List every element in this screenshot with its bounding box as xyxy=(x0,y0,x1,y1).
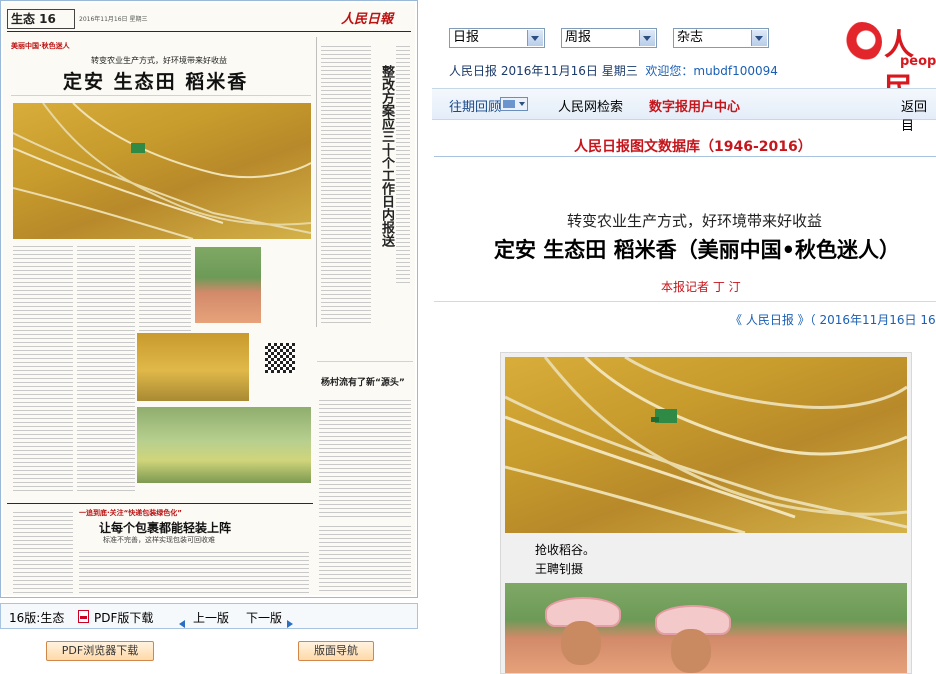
nav-digital-user-center[interactable]: 数字报用户中心 xyxy=(649,96,740,115)
rice-photo-thumb xyxy=(137,333,249,401)
prev-page-link[interactable]: 上一版 xyxy=(193,609,229,626)
people-logo-icon xyxy=(842,22,882,62)
bottom-headline: 让每个包裹都能轻装上阵 xyxy=(99,521,232,535)
article-kicker: 转变农业生产方式，好环境带来好收益 xyxy=(91,56,227,65)
page-label: 生态 16 xyxy=(11,12,56,26)
body-text-col1 xyxy=(13,243,73,493)
newspaper-page[interactable]: 生态 16 2016年11月16日 星期三 人民日報 美丽中国·秋色迷人 转变农… xyxy=(3,3,415,595)
article-source-link[interactable]: 《 人民日报 》（ 2016年11月16日 16 xyxy=(730,311,936,328)
magazine-select[interactable]: 杂志 xyxy=(673,28,769,48)
bottom-text-a xyxy=(13,509,73,593)
prev-arrow-icon xyxy=(179,613,185,632)
database-title-rule xyxy=(434,156,936,157)
weekly-select[interactable]: 周报 xyxy=(561,28,657,48)
bottom-subhead: 标准不完善，这样实现包装可回收难 xyxy=(103,536,215,544)
daily-select-value: 日报 xyxy=(453,30,480,45)
farmers-photo xyxy=(505,583,907,673)
farmer-face-right xyxy=(671,629,711,673)
chevron-down-icon xyxy=(639,30,655,46)
right-column-title: 整改方案应三十个工作日内报送 xyxy=(379,65,394,247)
chevron-down-icon xyxy=(527,30,543,46)
farmer-face-left xyxy=(561,621,601,665)
section-divider xyxy=(317,361,413,362)
nav-search[interactable]: 人民网检索 xyxy=(558,96,623,115)
page-navigation-button[interactable]: 版面导航 xyxy=(298,641,374,661)
newspaper-page-frame: 生态 16 2016年11月16日 星期三 人民日報 美丽中国·秋色迷人 转变农… xyxy=(0,0,418,598)
chevron-down-icon xyxy=(751,30,767,46)
site-header: 日报 周报 杂志 人民日报 2016年11月16日 星期三 欢迎您：mubdf1… xyxy=(432,0,936,107)
harvest-photo-thumb xyxy=(13,103,311,239)
magazine-select-value: 杂志 xyxy=(677,30,704,45)
pdf-browser-download-button[interactable]: PDF浏览器下载 xyxy=(46,641,154,661)
header-date: 人民日报 2016年11月16日 星期三 欢迎您：mubdf100094 xyxy=(449,62,778,79)
welcome-label: 欢迎您： xyxy=(645,64,694,78)
pdf-download-link[interactable]: PDF版下载 xyxy=(94,609,153,626)
header-date-text: 人民日报 2016年11月16日 星期三 xyxy=(449,64,638,78)
article-subtitle: 转变农业生产方式，好环境带来好收益 xyxy=(567,212,823,230)
photo-caption-line1: 抢收稻谷。 xyxy=(535,543,596,557)
next-arrow-icon xyxy=(287,613,293,632)
bottom-text-b xyxy=(79,549,309,593)
body-text-col2 xyxy=(77,243,135,493)
article-headline: 定安 生态田 稻米香 xyxy=(63,71,249,93)
section-headline-2: 杨村流有了新“源头” xyxy=(321,378,405,388)
right-column-text xyxy=(321,43,371,323)
qr-code xyxy=(265,343,295,373)
page-pager-bar: 16版:生态 PDF版下载 上一版 下一版 xyxy=(0,603,418,629)
masthead-logo: 人民日報 xyxy=(341,12,394,27)
bottom-section-rule xyxy=(7,503,313,504)
bottom-text-c xyxy=(319,523,411,593)
article-photo-frame: 抢收稻谷。 王聘钊摄 xyxy=(500,352,912,674)
article-title: 定安 生态田 稻米香（美丽中国•秋色迷人） xyxy=(494,238,901,262)
page-date: 2016年11月16日 星期三 xyxy=(79,16,148,23)
photo-caption-line2: 王聘钊摄 xyxy=(535,562,584,576)
column-tag: 美丽中国·秋色迷人 xyxy=(11,42,70,50)
bottom-section-tag: 一追到底·关注“快递包装绿色化” xyxy=(79,509,182,517)
username: mubdf100094 xyxy=(693,64,778,78)
body-text-col3 xyxy=(139,243,191,343)
database-title: 人民日报图文数据库（1946-2016） xyxy=(574,139,812,155)
next-page-link[interactable]: 下一版 xyxy=(246,609,282,626)
main-nav: 往期回顾 人民网检索 数字报用户中心 返回目 xyxy=(432,88,936,134)
section-2-text xyxy=(319,397,411,517)
valley-photo-thumb xyxy=(137,407,311,483)
calendar-icon[interactable] xyxy=(500,97,528,111)
nav-past-review[interactable]: 往期回顾 xyxy=(449,96,501,115)
current-page-label: 16版:生态 xyxy=(9,611,65,625)
people-logo-sub: peop xyxy=(900,54,936,69)
nav-back[interactable]: 返回目 xyxy=(901,96,936,134)
daily-select[interactable]: 日报 xyxy=(449,28,545,48)
weekly-select-value: 周报 xyxy=(565,30,592,45)
headline-underline xyxy=(11,95,311,96)
masthead-rule xyxy=(7,31,411,32)
harvest-photo xyxy=(505,357,907,533)
article-byline: 本报记者 丁 汀 xyxy=(661,280,741,294)
column-divider xyxy=(316,37,317,327)
pdf-icon xyxy=(78,610,89,623)
farmers-photo-thumb xyxy=(195,247,261,323)
byline-rule xyxy=(434,301,936,302)
right-column-text-b xyxy=(396,43,410,283)
